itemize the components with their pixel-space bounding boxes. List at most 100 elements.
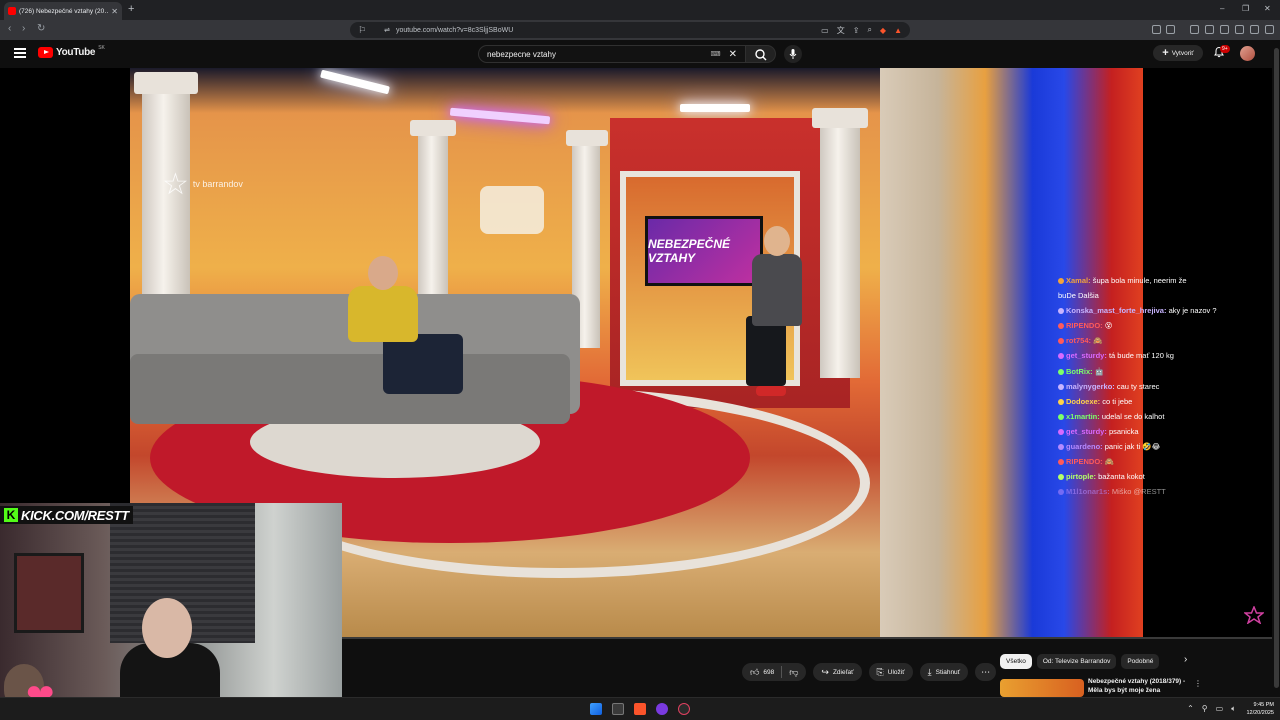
sidebar-icon[interactable]: [1205, 25, 1214, 34]
wallet-icon[interactable]: [1220, 25, 1229, 34]
create-button[interactable]: + Vytvoriť: [1153, 45, 1203, 61]
search-button[interactable]: [746, 45, 776, 63]
chat-message: buDe Dalšia: [1058, 288, 1278, 303]
kick-logo-icon: K: [4, 508, 18, 522]
app-icon[interactable]: [678, 703, 690, 715]
menu-icon[interactable]: [14, 48, 26, 58]
chip-from-channel[interactable]: Od: Televize Barrandov: [1036, 653, 1117, 669]
brave-rewards-icon[interactable]: ▲: [894, 26, 902, 35]
chat-username: M1l1onar1s:: [1066, 487, 1110, 497]
translate-icon[interactable]: 文: [837, 25, 845, 36]
star-logo-icon: ☆: [162, 168, 189, 201]
leo-icon[interactable]: [1235, 25, 1244, 34]
cast-icon[interactable]: ▭: [821, 26, 829, 35]
network-icon[interactable]: ▭: [1216, 704, 1224, 714]
vpn-icon[interactable]: [1250, 25, 1259, 34]
reload-icon[interactable]: ↻: [37, 23, 45, 34]
browser-tab-bar: (726) Nebezpečné vztahy (20… ✕ + – ❐ ✕: [0, 0, 1280, 20]
windows-start-icon[interactable]: [590, 703, 602, 715]
media-icon[interactable]: [1190, 25, 1199, 34]
new-tab-button[interactable]: +: [128, 3, 134, 15]
chevron-up-icon[interactable]: ⌃: [1187, 704, 1194, 714]
download-button[interactable]: ⤓ Stiahnuť: [919, 663, 969, 681]
app-icon[interactable]: [656, 703, 668, 715]
video-progress-bar[interactable]: [342, 637, 1280, 639]
youtube-favicon-icon: [8, 7, 16, 15]
system-clock[interactable]: 9:45 PM 12/20/2025: [1246, 701, 1274, 717]
search-input[interactable]: nebezpecne vztahy ⌨ ✕: [478, 45, 746, 63]
chip-related[interactable]: Podobné: [1121, 653, 1160, 669]
chevron-right-icon[interactable]: ›: [1184, 654, 1187, 665]
minimize-icon[interactable]: –: [1220, 4, 1224, 13]
keyboard-icon[interactable]: ⌨: [711, 50, 721, 58]
brave-browser-icon[interactable]: [634, 703, 646, 715]
account-avatar[interactable]: [1240, 46, 1255, 61]
guest-person: [348, 256, 463, 416]
related-filter-chips: Všetko Od: Televize Barrandov Podobné: [1000, 653, 1160, 669]
suggested-video[interactable]: Nebezpečné vztahy (2018/379) - Měla bys …: [1000, 677, 1205, 697]
host-person: [742, 226, 822, 406]
location-icon[interactable]: ⚲: [1202, 704, 1208, 714]
kick-star-icon: [1244, 606, 1264, 624]
more-actions-button[interactable]: ⋯: [975, 663, 997, 681]
channel-watermark: ☆ tv barrandov: [162, 168, 243, 201]
chat-text: aky je nazov ?: [1168, 306, 1217, 316]
site-info-icon[interactable]: ⇌: [384, 26, 390, 34]
chat-badge-icon: [1058, 444, 1064, 451]
chat-message: Konska_mast_forte_hrejiva: aky je nazov …: [1058, 303, 1278, 318]
voice-search-button[interactable]: [784, 45, 802, 63]
chat-message: RIPENDO: 🙈: [1058, 454, 1278, 469]
chat-message: BotRix: 🤖: [1058, 364, 1278, 379]
address-bar[interactable]: ⚐ ⇌ youtube.com/watch?v=8c3SljjSBoWU ▭ 文…: [350, 22, 910, 38]
chat-badge-icon: [1058, 323, 1064, 330]
share-icon[interactable]: ⇪: [853, 26, 860, 35]
zoom-icon[interactable]: ⌕: [867, 25, 871, 35]
save-button[interactable]: ⎘ Uložiť: [868, 663, 913, 681]
clear-search-icon[interactable]: ✕: [729, 49, 737, 60]
windows-taskbar: ⌃ ⚲ ▭ 🔈︎ 9:45 PM 12/20/2025: [0, 697, 1280, 720]
terminal-icon[interactable]: [612, 703, 624, 715]
browser-toolbar: ‹ › ↻ ⚐ ⇌ youtube.com/watch?v=8c3SljjSBo…: [0, 20, 1280, 40]
search-value: nebezpecne vztahy: [487, 49, 556, 59]
close-tab-icon[interactable]: ✕: [111, 7, 118, 16]
suggested-video-title[interactable]: Nebezpečné vztahy (2018/379) - Měla bys …: [1088, 678, 1196, 695]
video-actions: 👍︎ 698 👎︎ ↪ Zdieľať ⎘ Uložiť ⤓ Stiahnuť …: [742, 663, 997, 681]
dislike-icon[interactable]: 👎︎: [789, 667, 798, 678]
plus-icon: +: [1162, 47, 1169, 59]
search-icon: [755, 49, 767, 61]
suggested-video-thumbnail[interactable]: [1000, 679, 1084, 697]
chip-all[interactable]: Všetko: [1000, 653, 1032, 669]
like-icon[interactable]: 👍︎: [750, 667, 759, 678]
share-button[interactable]: ↪ Zdieľať: [813, 663, 862, 681]
chat-badge-icon: [1058, 459, 1064, 466]
browser-tab[interactable]: (726) Nebezpečné vztahy (20… ✕: [4, 2, 122, 20]
youtube-logo[interactable]: YouTube SK: [38, 45, 105, 58]
more-vertical-icon[interactable]: ⋮: [1194, 679, 1202, 688]
like-dislike-group: 👍︎ 698 👎︎: [742, 663, 807, 681]
chat-badge-icon: [1058, 474, 1064, 481]
chat-text: panic jak ti 🤣😂: [1104, 442, 1161, 452]
scrollbar-thumb[interactable]: [1274, 48, 1279, 688]
extension-icon[interactable]: [1152, 25, 1161, 34]
chat-text: co ti jebe: [1102, 396, 1133, 406]
close-window-icon[interactable]: ✕: [1264, 4, 1271, 13]
chat-message: Xamal: šupa bola minule, neerim že: [1058, 273, 1278, 288]
download-icon: ⤓: [927, 666, 932, 677]
chat-username: Xamal:: [1066, 276, 1091, 285]
chat-text: Miško @RESTT: [1111, 487, 1166, 497]
chat-badge-icon: [1058, 338, 1064, 345]
maximize-icon[interactable]: ❐: [1242, 4, 1249, 13]
bookmark-icon[interactable]: ⚐: [358, 25, 366, 36]
chat-username: Konska_mast_forte_hrejiva:: [1066, 306, 1167, 316]
stream-chat-overlay: Xamal: šupa bola minule, neerim že buDe D…: [1058, 273, 1278, 499]
chat-message: get_sturdy: tá bude mať 120 kg: [1058, 348, 1278, 363]
menu-icon[interactable]: [1265, 25, 1274, 34]
volume-icon[interactable]: 🔈︎: [1231, 704, 1236, 714]
forward-icon[interactable]: ›: [22, 23, 25, 34]
extension-icon[interactable]: [1166, 25, 1175, 34]
back-icon[interactable]: ‹: [8, 23, 11, 34]
share-arrow-icon: ↪: [821, 666, 829, 677]
like-count[interactable]: 698: [763, 669, 774, 676]
chat-text: 🤖: [1094, 366, 1105, 376]
brave-shields-icon[interactable]: ◆: [880, 26, 886, 35]
